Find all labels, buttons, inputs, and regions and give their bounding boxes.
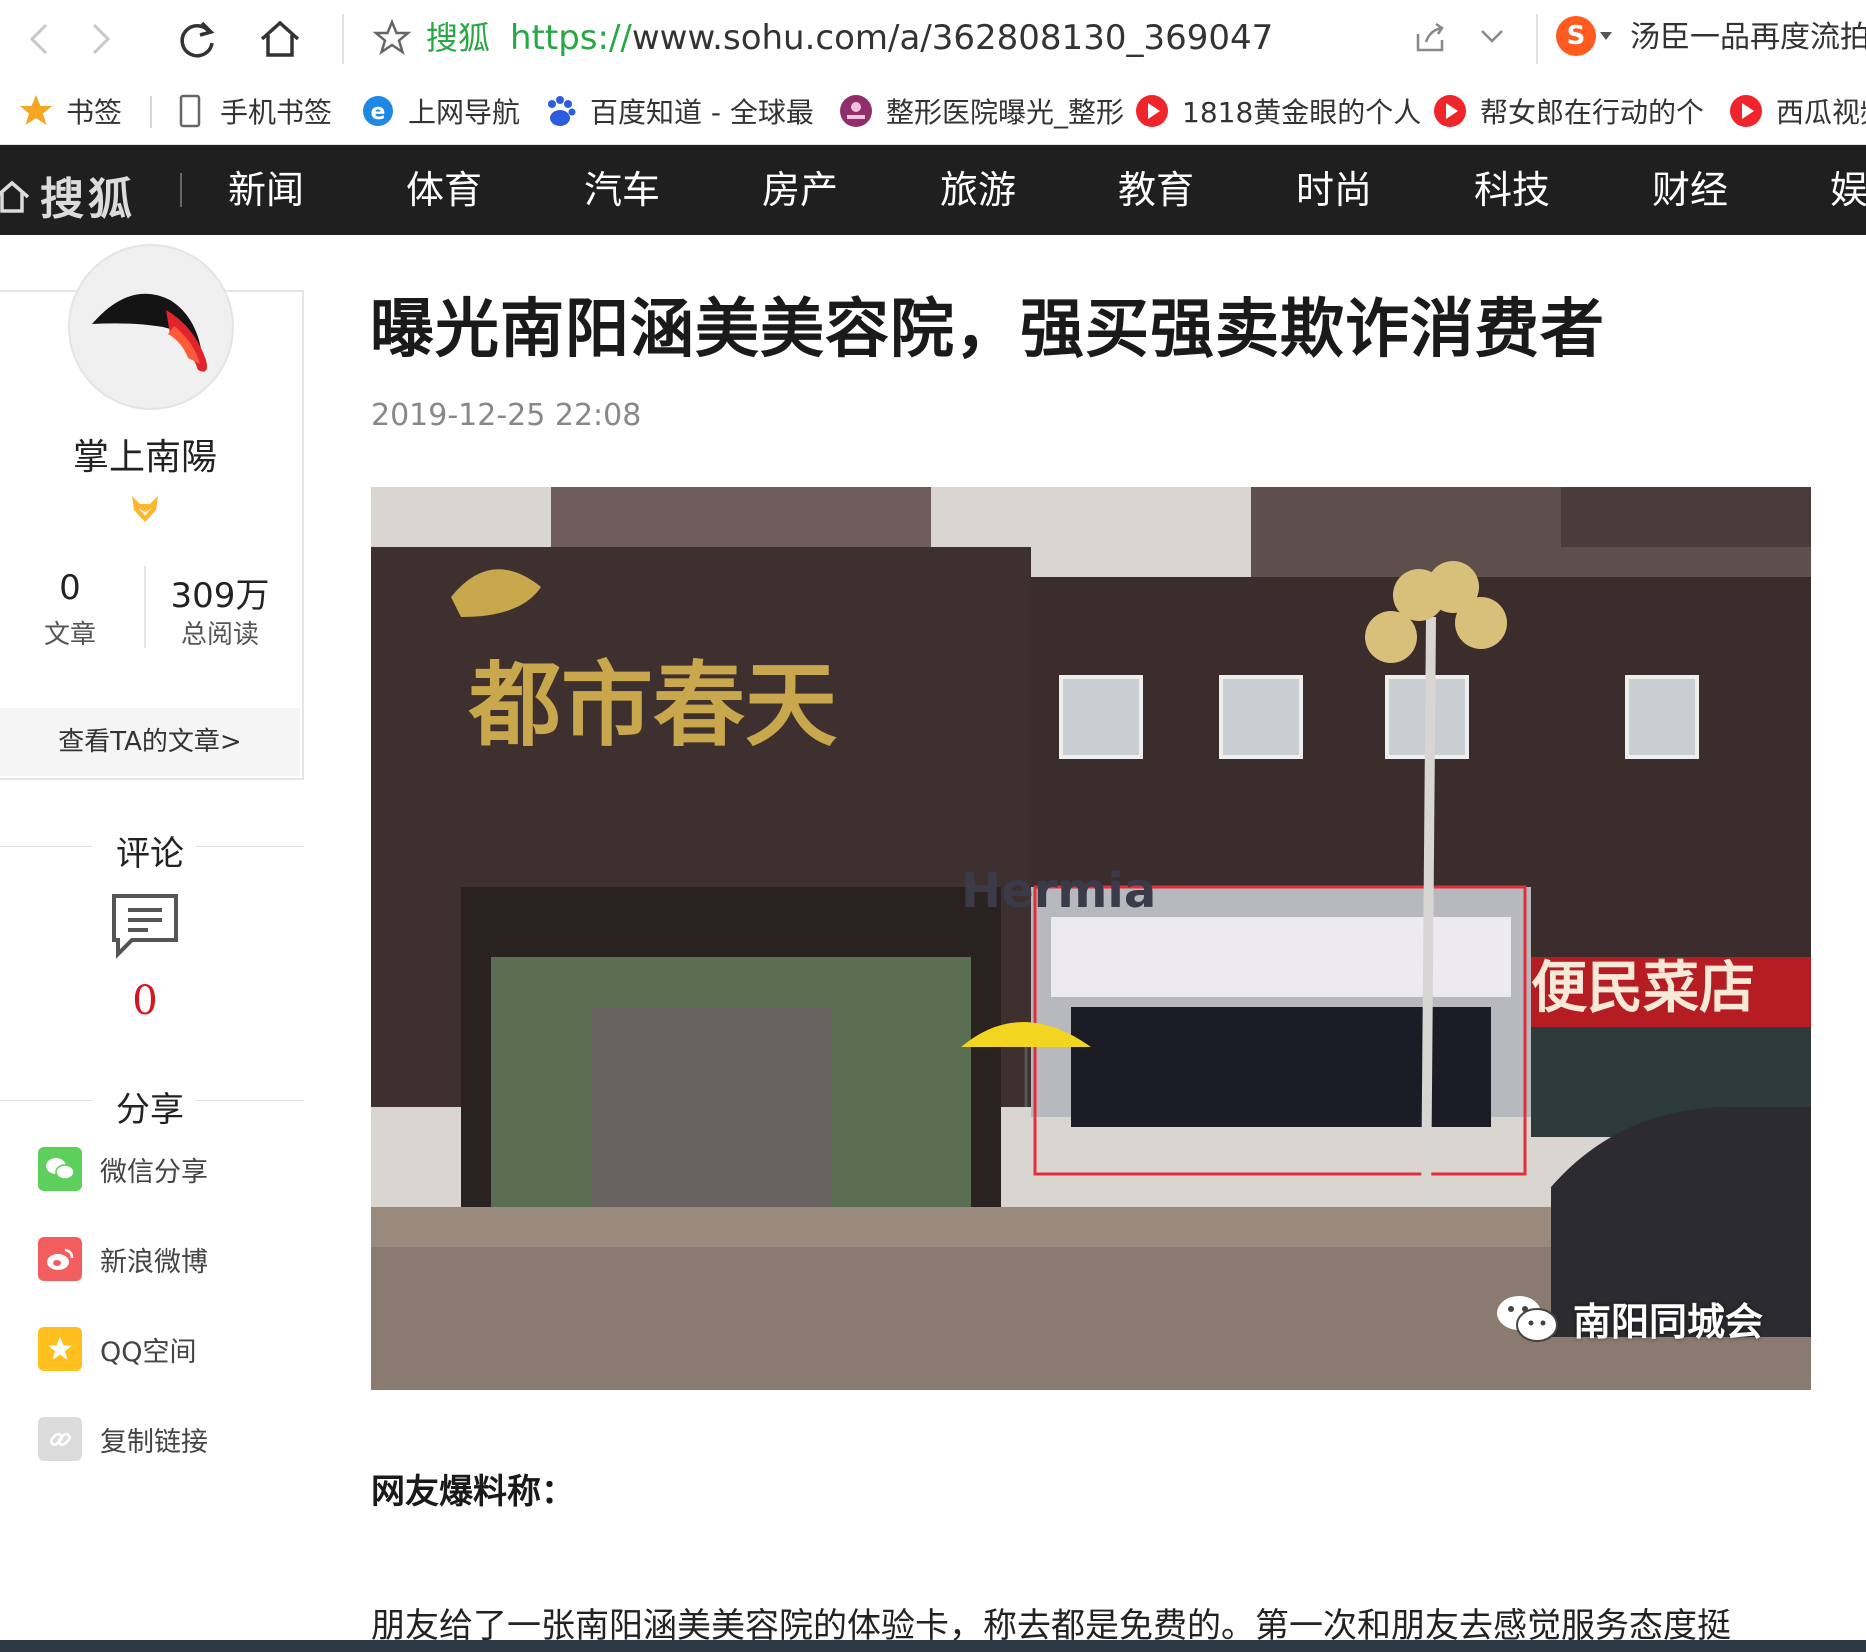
link-icon xyxy=(38,1417,82,1461)
articles-count: 0 xyxy=(59,568,81,608)
nav-item-sports[interactable]: 体育 xyxy=(406,145,482,235)
shop-sign: Hermia xyxy=(961,863,1156,919)
author-name[interactable]: 掌上南陽 xyxy=(0,428,290,480)
bookmark-label: 百度知道 - 全球最 xyxy=(590,96,814,129)
toolbar-divider xyxy=(1536,14,1538,64)
avatar-logo xyxy=(92,293,207,372)
toolbar-divider xyxy=(342,14,344,64)
url-path: www.sohu.com/a/362808130_369047 xyxy=(631,18,1274,58)
bookmark-label: 西瓜视频 xyxy=(1776,96,1866,129)
stat-divider xyxy=(144,566,146,648)
reads-count: 309万 xyxy=(170,576,270,616)
baidu-icon xyxy=(542,93,578,129)
chevron-down-icon[interactable] xyxy=(1476,20,1508,52)
video-icon xyxy=(1432,93,1468,129)
bookmark-label: 上网导航 xyxy=(408,96,521,129)
bookmark-bar: 书签 手机书签 e 上网导航 百度知道 - 全球最 整形医院曝光_整形 1818… xyxy=(0,78,1866,145)
article-subhead: 网友爆料称： xyxy=(371,1472,575,1512)
bookmark-item[interactable]: 书签 xyxy=(18,78,122,144)
url-protocol: https:// xyxy=(510,18,632,58)
nav-item-property[interactable]: 房产 xyxy=(762,145,838,235)
weibo-icon xyxy=(38,1237,82,1281)
share-weibo-button[interactable]: 新浪微博 xyxy=(38,1236,208,1282)
nav-item-tech[interactable]: 科技 xyxy=(1474,145,1550,235)
home-icon[interactable] xyxy=(258,17,302,61)
watermark-text: 南阳同城会 xyxy=(1572,1300,1763,1344)
nav-item-education[interactable]: 教育 xyxy=(1118,145,1194,235)
logo-text: 搜狐 xyxy=(40,174,136,225)
site-nav: 搜狐 新闻 体育 汽车 房产 旅游 教育 时尚 科技 财经 娱 xyxy=(0,145,1866,235)
share-label: 微信分享 xyxy=(100,1156,208,1188)
nav-item-finance[interactable]: 财经 xyxy=(1652,145,1728,235)
bookmark-item[interactable]: 整形医院曝光_整形 xyxy=(838,78,1124,144)
bookmark-star-icon[interactable] xyxy=(372,18,412,58)
nav-item-auto[interactable]: 汽车 xyxy=(584,145,660,235)
bookmark-label: 手机书签 xyxy=(220,96,333,129)
storefront-photo: 都市春天 Hermia 便民菜店 xyxy=(371,487,1811,1390)
bookmark-item[interactable]: 西瓜视频 xyxy=(1728,78,1866,144)
nav-item-travel[interactable]: 旅游 xyxy=(940,145,1016,235)
comments-title: 评论 xyxy=(116,834,184,874)
article-date: 2019-12-25 22:08 xyxy=(371,398,642,433)
bookmark-label: 帮女郎在行动的个 xyxy=(1480,96,1705,129)
fox-badge-icon xyxy=(132,496,158,522)
avatar[interactable] xyxy=(68,244,234,410)
back-icon[interactable] xyxy=(18,17,62,61)
bottom-edge xyxy=(0,1640,1866,1652)
site-logo[interactable]: 搜狐 xyxy=(0,163,136,227)
article-photo: 都市春天 Hermia 便民菜店 南阳同城会 xyxy=(371,487,1811,1390)
hospital-icon xyxy=(838,93,874,129)
comment-count[interactable]: 0 xyxy=(0,978,290,1024)
share-label: 新浪微博 xyxy=(100,1246,208,1278)
reload-icon[interactable] xyxy=(176,17,220,61)
ie-icon: e xyxy=(360,93,396,129)
search-engine-icon[interactable]: S xyxy=(1556,16,1596,56)
nav-item-entertainment[interactable]: 娱 xyxy=(1830,145,1866,235)
qzone-icon xyxy=(38,1327,82,1371)
article-title: 曝光南阳涵美美容院，强买强卖欺诈消费者 xyxy=(370,293,1605,367)
video-icon xyxy=(1728,93,1764,129)
share-qzone-button[interactable]: QQ空间 xyxy=(38,1326,197,1372)
video-icon xyxy=(1134,93,1170,129)
bookmark-item[interactable]: 帮女郎在行动的个 xyxy=(1432,78,1704,144)
star-icon xyxy=(18,93,54,129)
bookmark-label: 整形医院曝光_整形 xyxy=(886,96,1125,129)
url-site-label[interactable]: 搜狐 xyxy=(426,16,490,60)
wechat-icon xyxy=(38,1147,82,1191)
home-icon xyxy=(0,180,30,213)
articles-label: 文章 xyxy=(43,620,96,650)
wechat-icon xyxy=(1496,1295,1558,1342)
bookmark-label: 1818黄金眼的个人 xyxy=(1182,96,1422,129)
share-wechat-button[interactable]: 微信分享 xyxy=(38,1146,208,1192)
bookmark-divider xyxy=(150,96,152,128)
bookmark-item[interactable]: 手机书签 xyxy=(172,78,332,144)
copy-link-button[interactable]: 复制链接 xyxy=(38,1416,208,1462)
bookmark-item[interactable]: 1818黄金眼的个人 xyxy=(1134,78,1421,144)
store-sign: 便民菜店 xyxy=(1531,956,1755,1021)
share-label: QQ空间 xyxy=(100,1336,197,1368)
bookmark-item[interactable]: e 上网导航 xyxy=(360,78,520,144)
nav-item-fashion[interactable]: 时尚 xyxy=(1296,145,1372,235)
search-hint[interactable]: 汤臣一品再度流拍 xyxy=(1630,16,1866,60)
nav-divider xyxy=(180,173,182,207)
share-label: 复制链接 xyxy=(100,1426,208,1458)
share-page-icon[interactable] xyxy=(1412,20,1448,56)
reads-label: 总阅读 xyxy=(180,620,259,650)
building-sign: 都市春天 xyxy=(468,651,837,759)
address-bar[interactable]: https://www.sohu.com/a/362808130_369047 xyxy=(510,16,1273,60)
svg-text:e: e xyxy=(371,100,386,125)
nav-item-news[interactable]: 新闻 xyxy=(228,145,304,235)
forward-icon[interactable] xyxy=(78,17,122,61)
browser-toolbar: 搜狐 https://www.sohu.com/a/362808130_3690… xyxy=(0,0,1866,79)
watermark: 南阳同城会 xyxy=(1495,1291,1763,1346)
view-articles-button[interactable]: 查看TA的文章> xyxy=(0,708,300,776)
caret-down-icon[interactable] xyxy=(1600,32,1612,42)
share-title: 分享 xyxy=(116,1090,184,1130)
bookmark-label: 书签 xyxy=(66,96,123,129)
phone-icon xyxy=(172,93,208,129)
bookmark-item[interactable]: 百度知道 - 全球最 xyxy=(542,78,814,144)
comment-icon[interactable] xyxy=(110,892,180,960)
